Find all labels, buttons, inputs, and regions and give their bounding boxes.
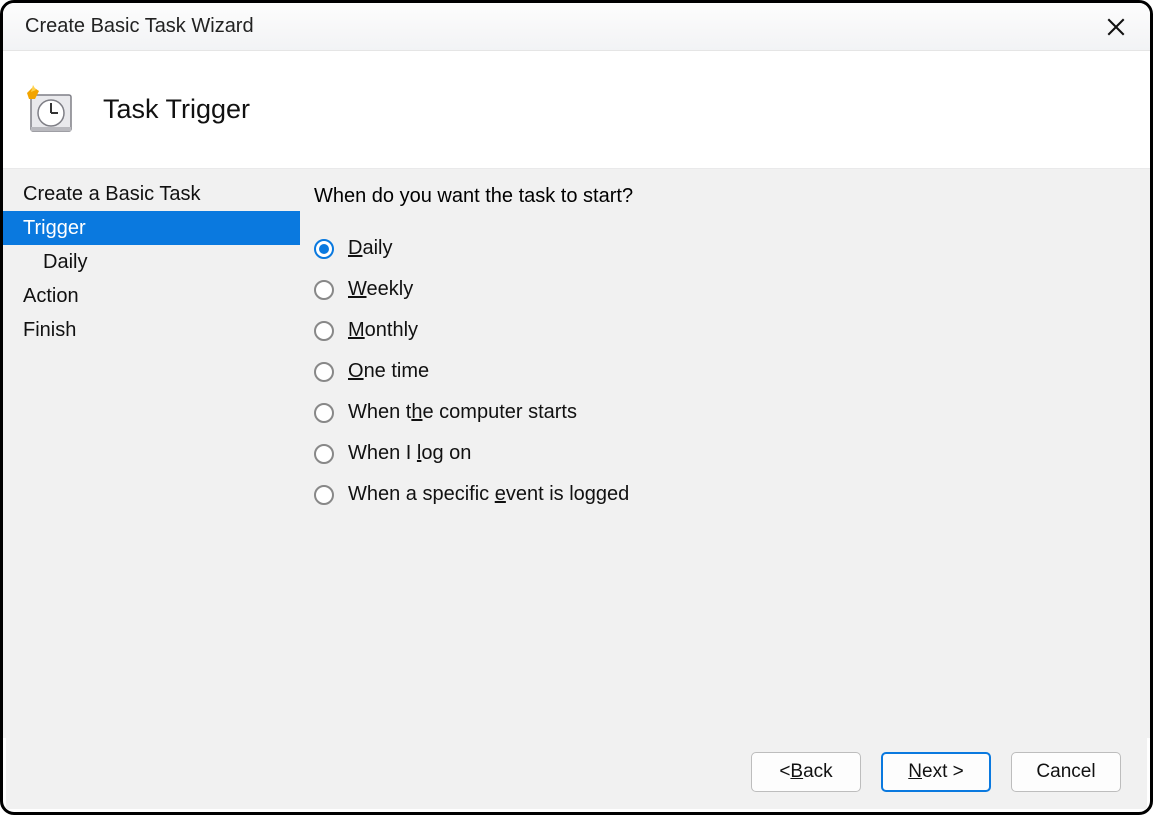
wizard-step-finish[interactable]: Finish: [3, 313, 300, 347]
radio-icon: [314, 485, 334, 505]
trigger-option-weekly[interactable]: Weekly: [314, 269, 1122, 310]
radio-icon: [314, 239, 334, 259]
wizard-step-action[interactable]: Action: [3, 279, 300, 313]
wizard-step-create-a-basic-task[interactable]: Create a Basic Task: [3, 177, 300, 211]
radio-label: When the computer starts: [348, 401, 577, 424]
trigger-option-when-i-log-on[interactable]: When I log on: [314, 433, 1122, 474]
radio-label: One time: [348, 360, 429, 383]
radio-label: Monthly: [348, 319, 418, 342]
scheduled-task-icon: [25, 85, 75, 135]
close-button[interactable]: [1096, 7, 1136, 47]
wizard-body: Create a Basic TaskTriggerDailyActionFin…: [3, 169, 1150, 738]
trigger-option-monthly[interactable]: Monthly: [314, 310, 1122, 351]
cancel-button[interactable]: Cancel: [1011, 752, 1121, 792]
wizard-footer: < Back Next > Cancel: [6, 735, 1147, 809]
next-button[interactable]: Next >: [881, 752, 991, 792]
titlebar: Create Basic Task Wizard: [3, 3, 1150, 51]
radio-icon: [314, 280, 334, 300]
close-icon: [1107, 18, 1125, 36]
wizard-steps-sidebar: Create a Basic TaskTriggerDailyActionFin…: [3, 169, 300, 738]
trigger-option-daily[interactable]: Daily: [314, 228, 1122, 269]
radio-label: When I log on: [348, 442, 471, 465]
wizard-window: Create Basic Task Wizard Task Trigger Cr…: [0, 0, 1153, 815]
trigger-option-when-a-specific-event-is-logged[interactable]: When a specific event is logged: [314, 474, 1122, 515]
wizard-step-trigger[interactable]: Trigger: [3, 211, 300, 245]
wizard-step-daily[interactable]: Daily: [3, 245, 300, 279]
page-title: Task Trigger: [103, 94, 250, 125]
radio-icon: [314, 362, 334, 382]
wizard-content: When do you want the task to start? Dail…: [300, 169, 1150, 738]
wizard-header: Task Trigger: [3, 51, 1150, 169]
radio-icon: [314, 403, 334, 423]
window-title: Create Basic Task Wizard: [25, 15, 254, 38]
radio-icon: [314, 321, 334, 341]
trigger-options-group: Daily Weekly Monthly One time When the compu…: [314, 228, 1122, 515]
radio-label: When a specific event is logged: [348, 483, 629, 506]
trigger-option-one-time[interactable]: One time: [314, 351, 1122, 392]
trigger-option-when-the-computer-starts[interactable]: When the computer starts: [314, 392, 1122, 433]
radio-label: Daily: [348, 237, 392, 260]
radio-label: Weekly: [348, 278, 413, 301]
back-button[interactable]: < Back: [751, 752, 861, 792]
radio-icon: [314, 444, 334, 464]
trigger-question: When do you want the task to start?: [314, 185, 1122, 208]
